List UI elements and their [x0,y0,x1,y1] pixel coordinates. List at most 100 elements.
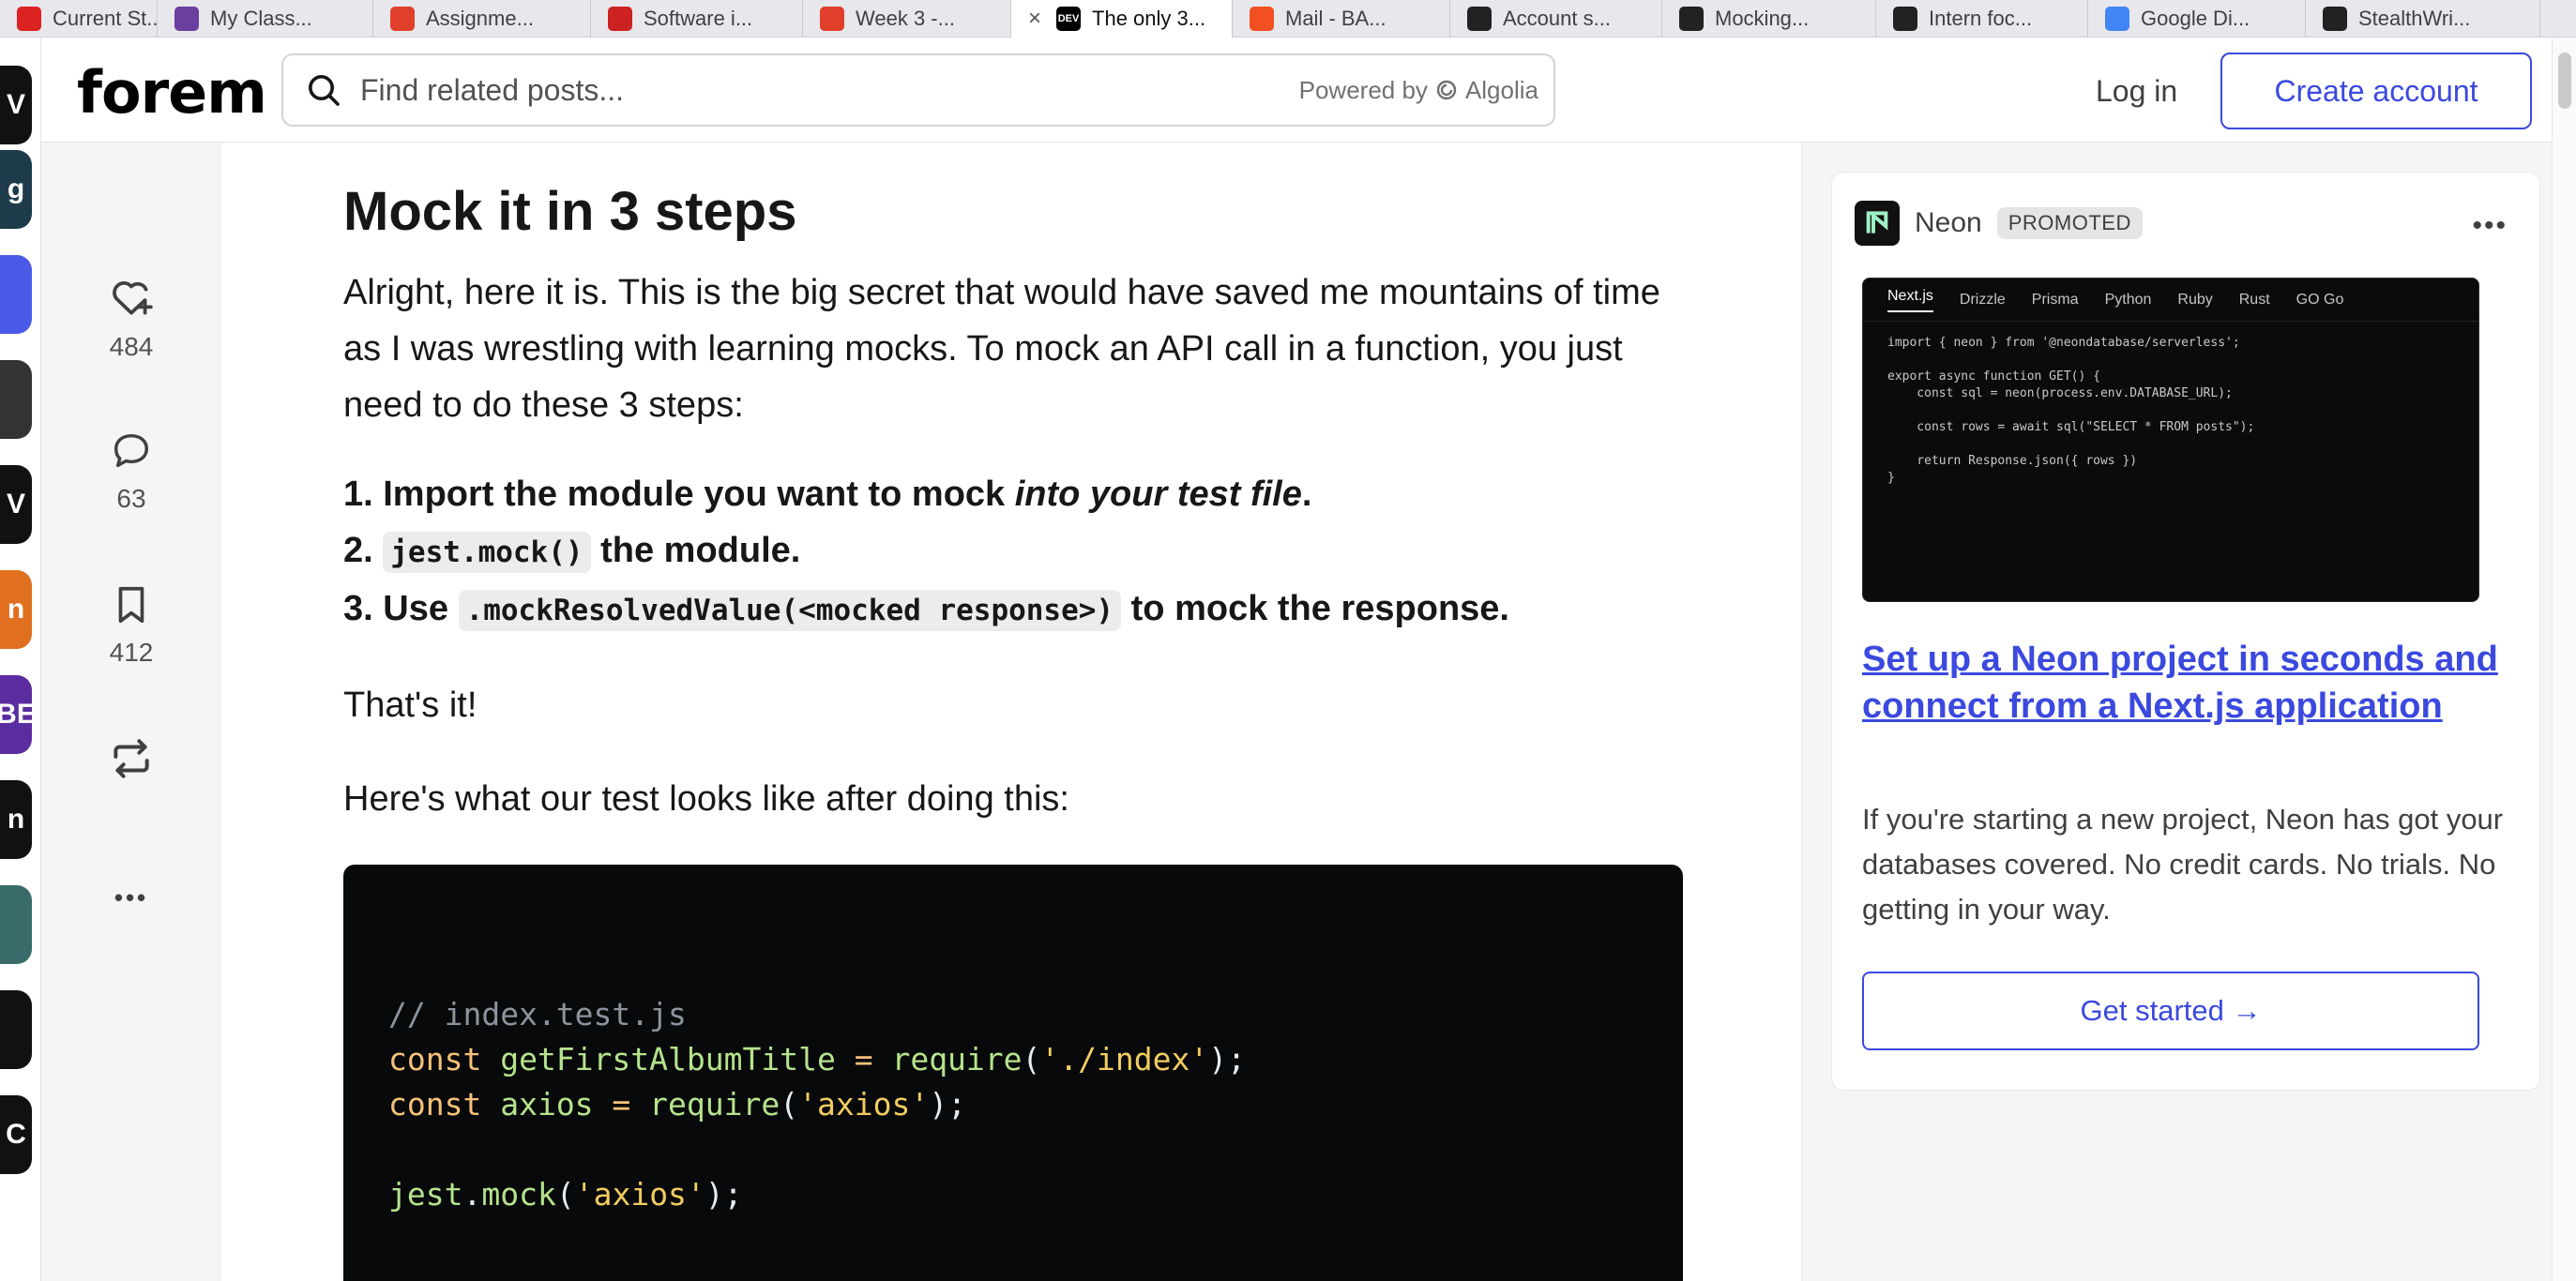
search-placeholder[interactable]: Find related posts... [360,73,1299,108]
browser-tab-label: StealthWri... [2358,7,2471,30]
reaction-sidebar: 484 63 412 ••• [41,143,221,1281]
like-reaction[interactable]: 484 [41,274,221,362]
like-count: 484 [109,332,154,361]
app-shortcut-icon[interactable]: n [0,780,32,859]
code-line-5: jest.mock('axios'); [388,1176,743,1213]
browser-tab[interactable]: Mocking... [1662,0,1876,38]
article-body: Mock it in 3 steps Alright, here it is. … [221,143,1801,1281]
browser-tab[interactable]: Current St... [0,0,158,38]
search-input[interactable]: Find related posts... Powered by Algolia [281,53,1555,127]
app-shortcut-icon[interactable] [0,360,32,439]
forem-logo[interactable]: forem [77,58,267,127]
browser-tab[interactable]: Mail - BA... [1233,0,1450,38]
more-options-button[interactable]: ••• [41,883,221,912]
tab-favicon-icon [390,7,415,31]
browser-tab[interactable]: Software i... [591,0,803,38]
ad-code-screenshot[interactable]: Next.js Drizzle Prisma Python Ruby Rust GO Go … [1862,278,2479,602]
app-shortcut-icon[interactable]: C [0,1095,32,1174]
ad-image-tab: Prisma [2031,291,2079,308]
browser-tab-label: Mocking... [1715,7,1810,30]
app-shortcut-icon[interactable]: n [0,570,32,649]
browser-tab[interactable]: × DEV The only 3... [1011,0,1233,38]
app-shortcut-icon[interactable]: BE [0,675,32,754]
ad-image-tab: Rust [2238,291,2270,308]
section-heading: Mock it in 3 steps [343,181,797,242]
powered-by-brand: Algolia [1464,75,1538,104]
tab-favicon-icon [1893,7,1917,31]
tab-favicon-icon [174,7,199,31]
browser-tab-label: Google Di... [2141,7,2250,30]
app-shortcut-icon[interactable] [0,255,32,334]
browser-tab-label: Account s... [1503,7,1611,30]
app-shortcut-icon[interactable]: V [0,465,32,544]
share-reaction[interactable] [41,735,221,782]
browser-tab[interactable]: Google Di... [2088,0,2306,38]
app-shortcut-icon[interactable]: V [0,66,32,144]
browser-tab[interactable]: StealthWri... [2306,0,2540,38]
thats-it-paragraph: That's it! [343,686,477,725]
close-tab-icon[interactable]: × [1028,6,1041,32]
sponsor-name[interactable]: Neon [1915,207,1982,239]
neon-logo-icon [1855,201,1900,246]
create-account-button[interactable]: Create account [2220,53,2532,129]
powered-by-algolia[interactable]: Powered by Algolia [1299,76,1538,105]
ad-image-tab: Next.js [1887,288,1933,312]
scrollbar-thumb[interactable] [2558,53,2571,109]
app-shortcut-icon[interactable] [0,990,32,1069]
browser-tab[interactable]: Intern foc... [1876,0,2088,38]
ad-image-tab: GO Go [2296,291,2344,308]
repost-icon [114,739,149,778]
ad-image-tabs: Next.js Drizzle Prisma Python Ruby Rust GO Go [1863,279,2478,322]
step-3-text: 3. Use [343,589,459,628]
algolia-icon [1436,80,1457,100]
ad-image-tab: Python [2104,291,2152,308]
browser-tab-label: Week 3 -... [856,7,955,30]
browser-tab[interactable]: Account s... [1450,0,1662,38]
step-2-text: 2. [343,531,384,570]
intro-paragraph: Alright, here it is. This is the big sec… [343,273,1660,425]
promoted-card: Neon PROMOTED ••• Next.js Drizzle Prisma Py… [1832,173,2539,1090]
comment-reaction[interactable]: 63 [41,430,221,514]
step-2-code: jest.mock() [383,532,591,573]
page-scrollbar[interactable] [2552,38,2576,1281]
bookmark-reaction[interactable]: 412 [41,583,221,668]
browser-tab-label: Current St... [53,7,158,30]
comment-icon [114,433,149,468]
browser-tab-strip: Current St... My Class... Assignme... Softw… [0,0,2576,38]
tab-favicon-icon [1250,7,1274,31]
ad-image-tab: Ruby [2177,291,2213,308]
site-header: forem Find related posts... Powered by A… [41,38,2552,143]
get-started-button[interactable]: Get started → [1862,972,2479,1050]
tab-favicon-icon [820,7,844,31]
browser-tab[interactable]: My Class... [158,0,373,38]
sponsor-brand[interactable]: Neon PROMOTED [1855,201,2143,246]
ad-image-tab: Drizzle [1959,291,2006,308]
heart-plus-icon [113,281,153,315]
code-line-comment: // index.test.js [388,996,687,1032]
more-dots-icon: ••• [114,883,149,912]
step-1: 1. Import the module you want to mock in… [343,466,1509,522]
code-line-3: const axios = require('axios'); [388,1086,966,1123]
browser-tab[interactable]: Assignme... [373,0,591,38]
ad-title-link[interactable]: Set up a Neon project in seconds and con… [1862,636,2500,730]
login-link[interactable]: Log in [2079,66,2194,116]
tab-favicon-icon [608,7,632,31]
ad-description: If you're starting a new project, Neon h… [1862,803,2504,926]
card-more-icon[interactable]: ••• [2472,210,2508,242]
tab-favicon-icon [2105,7,2129,31]
app-shortcut-icon[interactable] [0,885,32,964]
app-shortcut-icon[interactable]: g [0,150,32,229]
browser-tab-label: Software i... [644,7,753,30]
step-1-suffix: . [1301,475,1312,514]
powered-by-label: Powered by [1298,75,1428,104]
ad-image-code: import { neon } from '@neondatabase/serv… [1887,336,2255,485]
bookmark-count: 412 [109,638,154,667]
step-3-suffix: to mock the response. [1121,589,1509,628]
tab-favicon-icon [17,7,41,31]
app-rail: Vg Vn BE n C [0,38,41,1281]
browser-tab-label: Intern foc... [1929,7,2033,30]
tab-favicon-icon [1467,7,1492,31]
browser-tab-label: My Class... [210,7,312,30]
browser-tab[interactable]: Week 3 -... [803,0,1011,38]
code-block: // index.test.js const getFirstAlbumTitl… [343,865,1683,1281]
